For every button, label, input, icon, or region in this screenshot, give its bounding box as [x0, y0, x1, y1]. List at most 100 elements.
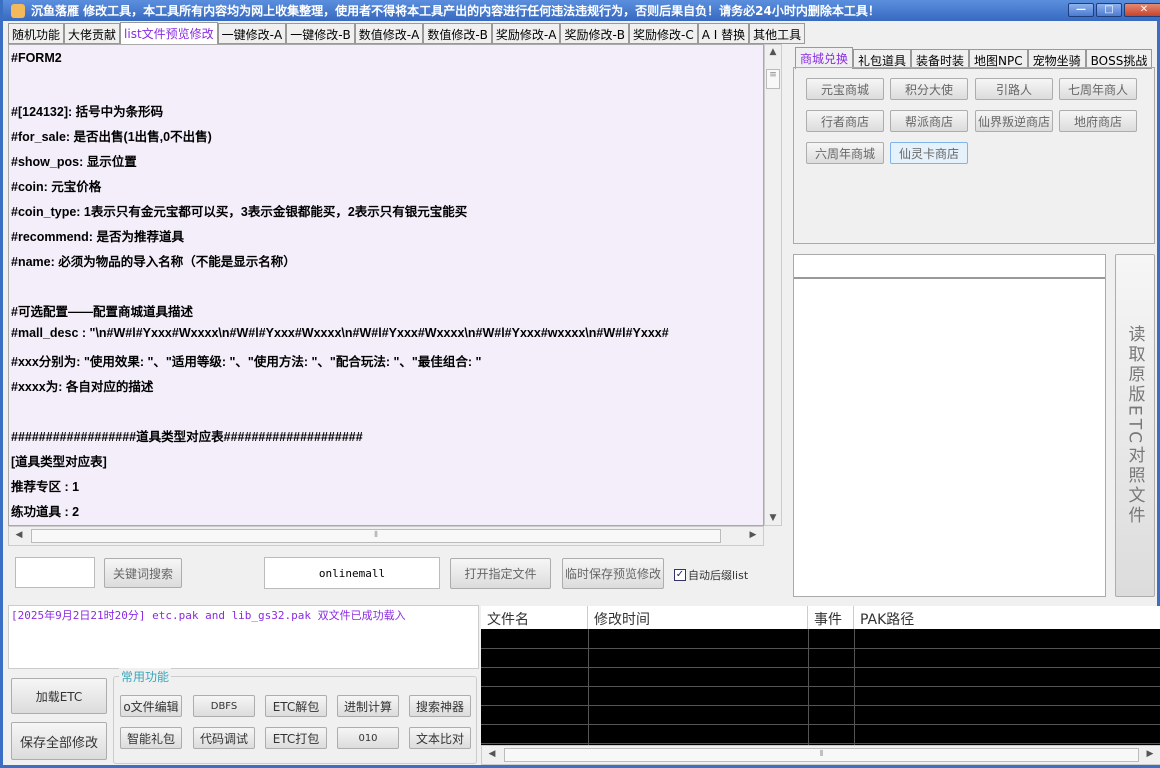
shop-button[interactable]: 积分大使 — [890, 78, 968, 100]
save-all-button[interactable]: 保存全部修改 — [11, 722, 107, 760]
tab-9[interactable]: 奖励修改-C — [629, 23, 698, 44]
tool-button[interactable]: ETC解包 — [265, 695, 327, 717]
grid-header-1[interactable]: 修改时间 — [588, 606, 808, 629]
tool-button[interactable]: 搜索神器 — [409, 695, 471, 717]
open-file-button[interactable]: 打开指定文件 — [450, 558, 551, 589]
common-functions-group — [113, 676, 477, 764]
scroll-right-icon[interactable]: ▶ — [745, 530, 761, 540]
load-etc-button[interactable]: 加载ETC — [11, 678, 107, 714]
tool-button[interactable]: 代码调试 — [193, 727, 255, 749]
editor-horizontal-scrollbar[interactable]: ◀ ⦀ ▶ — [8, 526, 764, 546]
grid-header-3[interactable]: PAK路径 — [854, 606, 1160, 629]
editor-line: 推荐专区 : 1 — [11, 480, 80, 494]
editor-line: #coin_type: 1表示只有金元宝都可以买，3表示金银都能买，2表示只有银… — [11, 205, 468, 219]
editor-line: #FORM2 — [11, 51, 62, 65]
checkbox-checked-icon[interactable]: ✓ — [674, 569, 686, 581]
tab-5[interactable]: 数值修改-A — [354, 23, 424, 44]
shop-button[interactable]: 六周年商城 — [806, 142, 884, 164]
keyword-search-button[interactable]: 关键词搜索 — [104, 558, 182, 588]
tab-2[interactable]: list文件预览修改 — [120, 22, 218, 44]
grid-row-line — [481, 648, 1160, 649]
right-tab-5[interactable]: BOSS挑战 — [1085, 49, 1153, 69]
editor-line: #name: 必须为物品的导入名称（不能是显示名称） — [11, 255, 296, 269]
scrollbar-thumb[interactable]: ≡ — [766, 69, 780, 89]
tab-4[interactable]: 一键修改-B — [286, 23, 355, 44]
grid-row-line — [481, 724, 1160, 725]
grid-row-line — [481, 686, 1160, 687]
scrollbar-thumb[interactable]: ⦀ — [504, 748, 1139, 762]
editor-line: #recommend: 是否为推荐道具 — [11, 230, 184, 244]
editor-line: #xxx分别为: "使用效果: "、"适用等级: "、"使用方法: "、"配合玩… — [11, 355, 482, 369]
editor-vertical-scrollbar[interactable]: ▲ ≡ ▼ — [764, 44, 782, 526]
tool-button[interactable]: ETC打包 — [265, 727, 327, 749]
right-tab-1[interactable]: 礼包道具 — [853, 49, 912, 69]
grid-header-2[interactable]: 事件 — [808, 606, 854, 629]
tab-0[interactable]: 随机功能 — [8, 23, 65, 44]
editor-line: #mall_desc : "\n#W#l#Yxxx#Wxxxx\n#W#l#Yx… — [11, 326, 669, 340]
tab-1[interactable]: 大佬贡献 — [64, 23, 121, 44]
grid-row-line — [481, 667, 1160, 668]
window-title: 沉鱼落雁 修改工具，本工具所有内容均为网上收集整理，使用者不得将本工具产出的内容… — [31, 4, 880, 18]
tab-8[interactable]: 奖励修改-B — [560, 23, 630, 44]
shop-button[interactable]: 引路人 — [975, 78, 1053, 100]
tool-button[interactable]: 进制计算 — [337, 695, 399, 717]
grid-column-line — [854, 629, 855, 746]
editor-line: [道具类型对应表] — [11, 455, 107, 469]
shop-button[interactable]: 七周年商人 — [1059, 78, 1137, 100]
right-tab-0[interactable]: 商城兑换 — [795, 47, 854, 69]
shop-button[interactable]: 元宝商城 — [806, 78, 884, 100]
tab-11[interactable]: 其他工具 — [749, 23, 806, 44]
tab-7[interactable]: 奖励修改-A — [491, 23, 561, 44]
shop-button[interactable]: 地府商店 — [1059, 110, 1137, 132]
right-tabs: 商城兑换 礼包道具 装备时装 地图NPC 宠物坐骑 BOSS挑战 — [795, 47, 1153, 69]
shop-button[interactable]: 仙界叛逆商店 — [975, 110, 1053, 132]
tool-button[interactable]: 智能礼包 — [120, 727, 182, 749]
etc-list-header — [794, 255, 1105, 279]
editor-line: #show_pos: 显示位置 — [11, 155, 137, 169]
right-tab-3[interactable]: 地图NPC — [969, 49, 1028, 69]
tab-3[interactable]: 一键修改-A — [217, 23, 287, 44]
tool-button[interactable]: DBFS — [193, 695, 255, 717]
auto-suffix-checkbox[interactable]: ✓ 自动后缀list — [674, 567, 748, 583]
scrollbar-thumb[interactable]: ⦀ — [31, 529, 721, 543]
tool-button[interactable]: 010 — [337, 727, 399, 749]
shop-button[interactable]: 帮派商店 — [890, 110, 968, 132]
right-tab-2[interactable]: 装备时装 — [911, 49, 970, 69]
right-tab-4[interactable]: 宠物坐骑 — [1027, 49, 1086, 69]
tool-button[interactable]: 文本比对 — [409, 727, 471, 749]
scroll-left-icon[interactable]: ◀ — [484, 749, 500, 759]
file-change-grid[interactable]: 文件名 修改时间 事件 PAK路径 — [481, 606, 1160, 746]
scroll-up-icon[interactable]: ▲ — [765, 47, 781, 57]
tool-button[interactable]: o文件编辑 — [120, 695, 182, 717]
save-preview-button[interactable]: 临时保存预览修改 — [562, 558, 664, 589]
read-original-etc-button[interactable]: 读取原版ETC对照文件 — [1115, 254, 1155, 597]
scroll-left-icon[interactable]: ◀ — [11, 530, 27, 540]
log-output: [2025年9月2日21时20分] etc.pak and lib_gs32.p… — [8, 605, 479, 669]
grid-column-line — [808, 629, 809, 746]
shop-button[interactable]: 仙灵卡商店 — [890, 142, 968, 164]
editor-line: #可选配置——配置商城道具描述 — [11, 305, 193, 319]
keyword-input[interactable] — [15, 557, 95, 588]
scroll-right-icon[interactable]: ▶ — [1142, 749, 1158, 759]
tab-10[interactable]: A I 替换 — [697, 23, 750, 44]
grid-header-0[interactable]: 文件名 — [481, 606, 588, 629]
list-file-editor[interactable]: #FORM2 #[124132]: 括号中为条形码 #for_sale: 是否出售(… — [8, 44, 764, 526]
minimize-button[interactable]: — — [1068, 3, 1094, 17]
scroll-down-icon[interactable]: ▼ — [765, 513, 781, 523]
shop-button[interactable]: 行者商店 — [806, 110, 884, 132]
title-bar: 沉鱼落雁 修改工具，本工具所有内容均为网上收集整理，使用者不得将本工具产出的内容… — [3, 0, 1160, 21]
maximize-button[interactable]: □ — [1096, 3, 1122, 17]
editor-line: #xxxx为: 各自对应的描述 — [11, 380, 154, 394]
close-button[interactable]: ✕ — [1124, 3, 1160, 17]
grid-horizontal-scrollbar[interactable]: ◀ ⦀ ▶ — [481, 745, 1160, 765]
editor-line: ##################道具类型对应表###############… — [11, 430, 363, 444]
file-name-input[interactable]: onlinemall — [264, 557, 440, 589]
etc-list[interactable] — [793, 254, 1106, 597]
grid-row-line — [481, 743, 1160, 744]
tab-6[interactable]: 数值修改-B — [423, 23, 492, 44]
auto-suffix-label: 自动后缀list — [688, 569, 749, 582]
editor-line: 练功道具 : 2 — [11, 505, 80, 519]
